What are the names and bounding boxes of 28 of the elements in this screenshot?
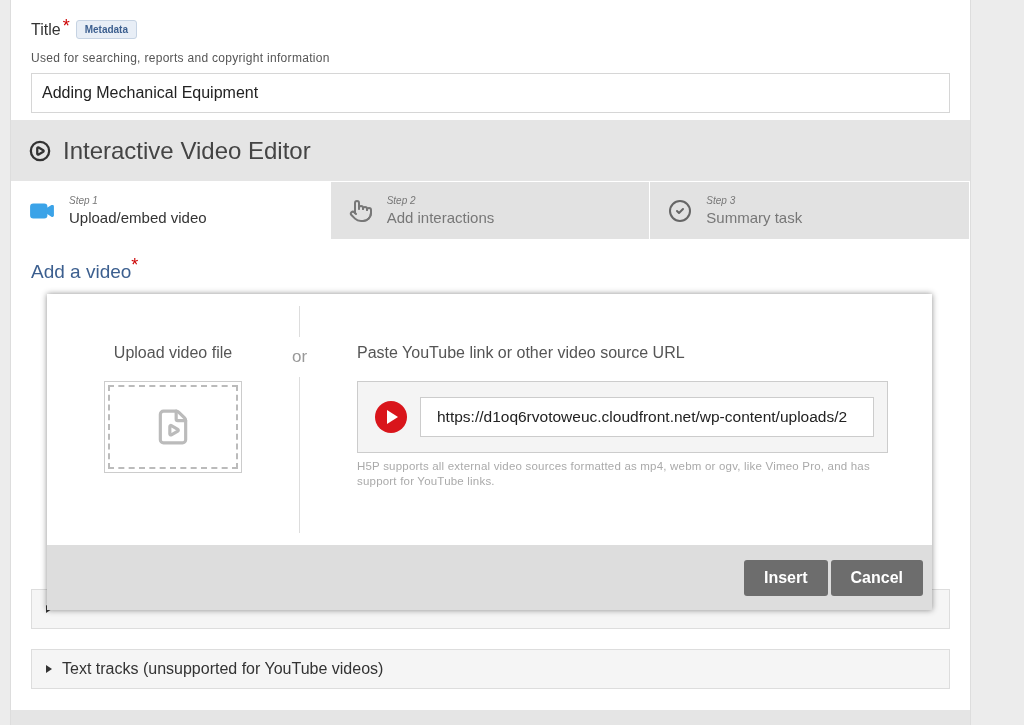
step-tab[interactable]: Step 2 Add interactions bbox=[330, 182, 651, 239]
dialog-button[interactable]: Insert bbox=[743, 559, 828, 596]
step-label: Upload/embed video bbox=[69, 209, 207, 226]
step-tab[interactable]: Step 3 Summary task bbox=[650, 182, 970, 239]
upload-dropzone[interactable] bbox=[104, 381, 242, 473]
url-input[interactable]: https://d1oq6rvotoweuc.cloudfront.net/wp-content/uploads/2 bbox=[420, 397, 874, 437]
dialog-button[interactable]: Cancel bbox=[830, 559, 923, 596]
step-label: Add interactions bbox=[386, 209, 495, 226]
play-button-icon bbox=[374, 400, 408, 434]
step-number: Step 2 bbox=[386, 195, 417, 206]
check-circle-icon bbox=[668, 198, 693, 223]
metadata-button[interactable]: Metadata bbox=[75, 20, 137, 39]
accordion-header[interactable]: Text tracks (unsupported for YouTube videos) bbox=[31, 649, 950, 689]
upload-label: Upload video file bbox=[113, 344, 233, 362]
editor-title: Interactive Video Editor bbox=[63, 136, 311, 165]
required-mark: * bbox=[131, 255, 139, 276]
play-circle-icon bbox=[29, 139, 51, 162]
section-heading: Add a video bbox=[31, 261, 132, 283]
step-label: Summary task bbox=[706, 209, 803, 226]
step-number: Step 3 bbox=[706, 195, 737, 206]
url-hint: H5P supports all external video sources formatted as mp4, webm or ogv, like Vimeo Pro, and has support for YouTube links. bbox=[357, 459, 871, 489]
url-label: Paste YouTube link or other video source URL bbox=[357, 344, 685, 361]
field-label: Title bbox=[31, 20, 61, 39]
field-description: Used for searching, reports and copyright information bbox=[31, 51, 331, 65]
step-number: Step 1 bbox=[69, 195, 99, 206]
pointer-icon bbox=[348, 198, 373, 223]
title-input[interactable]: Adding Mechanical Equipment bbox=[31, 73, 950, 113]
required-mark: * bbox=[62, 16, 70, 37]
